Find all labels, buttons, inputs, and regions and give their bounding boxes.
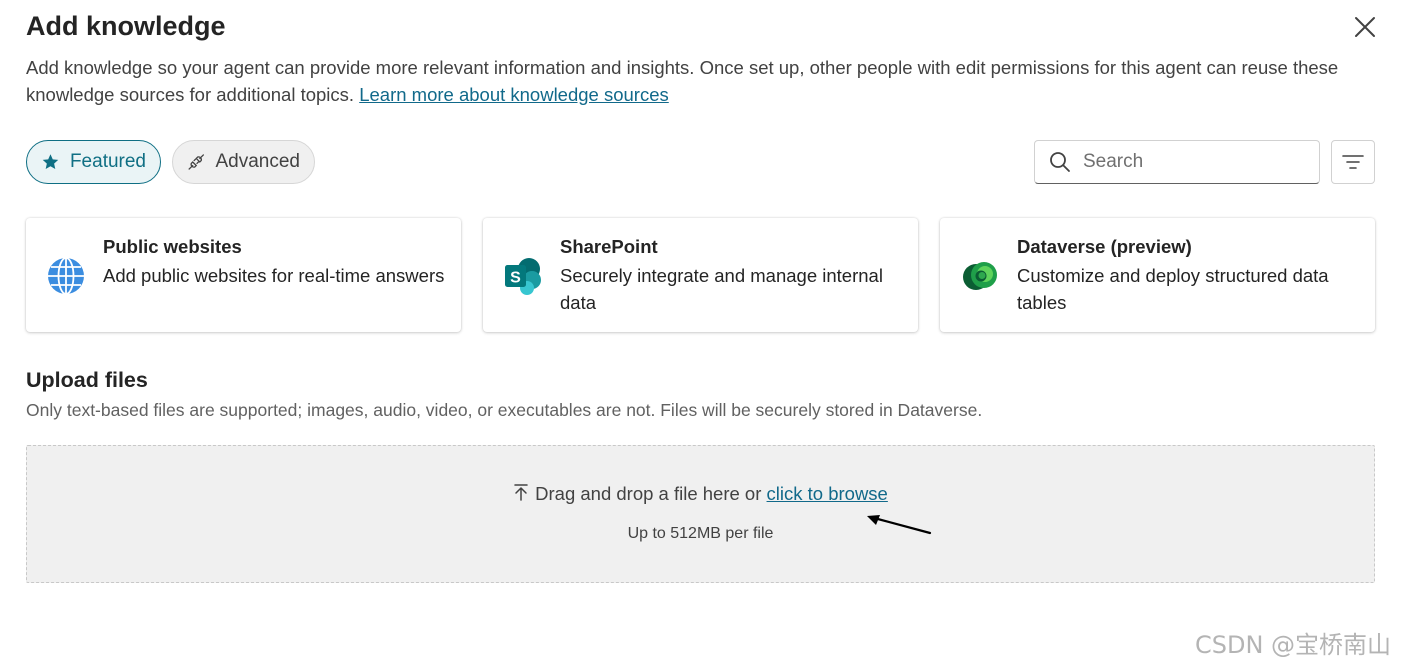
- star-icon: [42, 154, 59, 170]
- card-title: Dataverse (preview): [1017, 236, 1192, 257]
- file-drop-zone[interactable]: Drag and drop a file here or click to br…: [26, 445, 1375, 583]
- globe-icon: [48, 257, 84, 295]
- drop-instructions: Drag and drop a file here or click to br…: [27, 483, 1374, 505]
- card-description: Add public websites for real-time answer…: [103, 265, 445, 286]
- upload-section-description: Only text-based files are supported; ima…: [26, 400, 983, 420]
- card-title: Public websites: [103, 236, 242, 257]
- search-box[interactable]: [1034, 140, 1320, 184]
- sharepoint-icon: S: [505, 258, 541, 295]
- card-description: Customize and deploy structured data tab…: [1017, 265, 1329, 313]
- search-input[interactable]: [1081, 150, 1305, 174]
- tab-featured[interactable]: Featured: [26, 140, 161, 184]
- tab-advanced-label: Advanced: [215, 151, 300, 172]
- file-size-limit: Up to 512MB per file: [627, 525, 774, 542]
- source-card-public-websites[interactable]: Public websites Add public websites for …: [26, 218, 461, 332]
- upload-section-title: Upload files: [26, 368, 148, 392]
- dialog-title: Add knowledge: [26, 11, 226, 41]
- tab-advanced[interactable]: Advanced: [172, 140, 315, 184]
- filter-button[interactable]: [1331, 140, 1375, 184]
- filter-icon: [1342, 155, 1364, 169]
- tab-featured-label: Featured: [69, 151, 146, 172]
- card-title: SharePoint: [560, 236, 658, 257]
- source-card-sharepoint[interactable]: S SharePoint Securely integrate and mana…: [483, 218, 918, 332]
- close-button[interactable]: [1350, 12, 1380, 42]
- learn-more-link[interactable]: Learn more about knowledge sources: [359, 84, 669, 105]
- source-card-dataverse[interactable]: Dataverse (preview) Customize and deploy…: [940, 218, 1375, 332]
- dialog-intro: Add knowledge so your agent can provide …: [26, 54, 1366, 108]
- card-description: Securely integrate and manage internal d…: [560, 265, 883, 313]
- search-icon: [1050, 152, 1070, 172]
- close-icon: [1355, 17, 1375, 37]
- drop-text: Drag and drop a file here or: [535, 483, 762, 504]
- plug-icon: [188, 154, 204, 170]
- browse-link[interactable]: click to browse: [767, 483, 888, 504]
- annotation-arrow: [867, 515, 932, 535]
- intro-text: Add knowledge so your agent can provide …: [26, 57, 1339, 105]
- watermark: CSDN @宝桥南山: [1195, 631, 1392, 659]
- dataverse-icon: [963, 262, 997, 290]
- upload-icon: [514, 484, 528, 501]
- svg-text:S: S: [510, 270, 521, 287]
